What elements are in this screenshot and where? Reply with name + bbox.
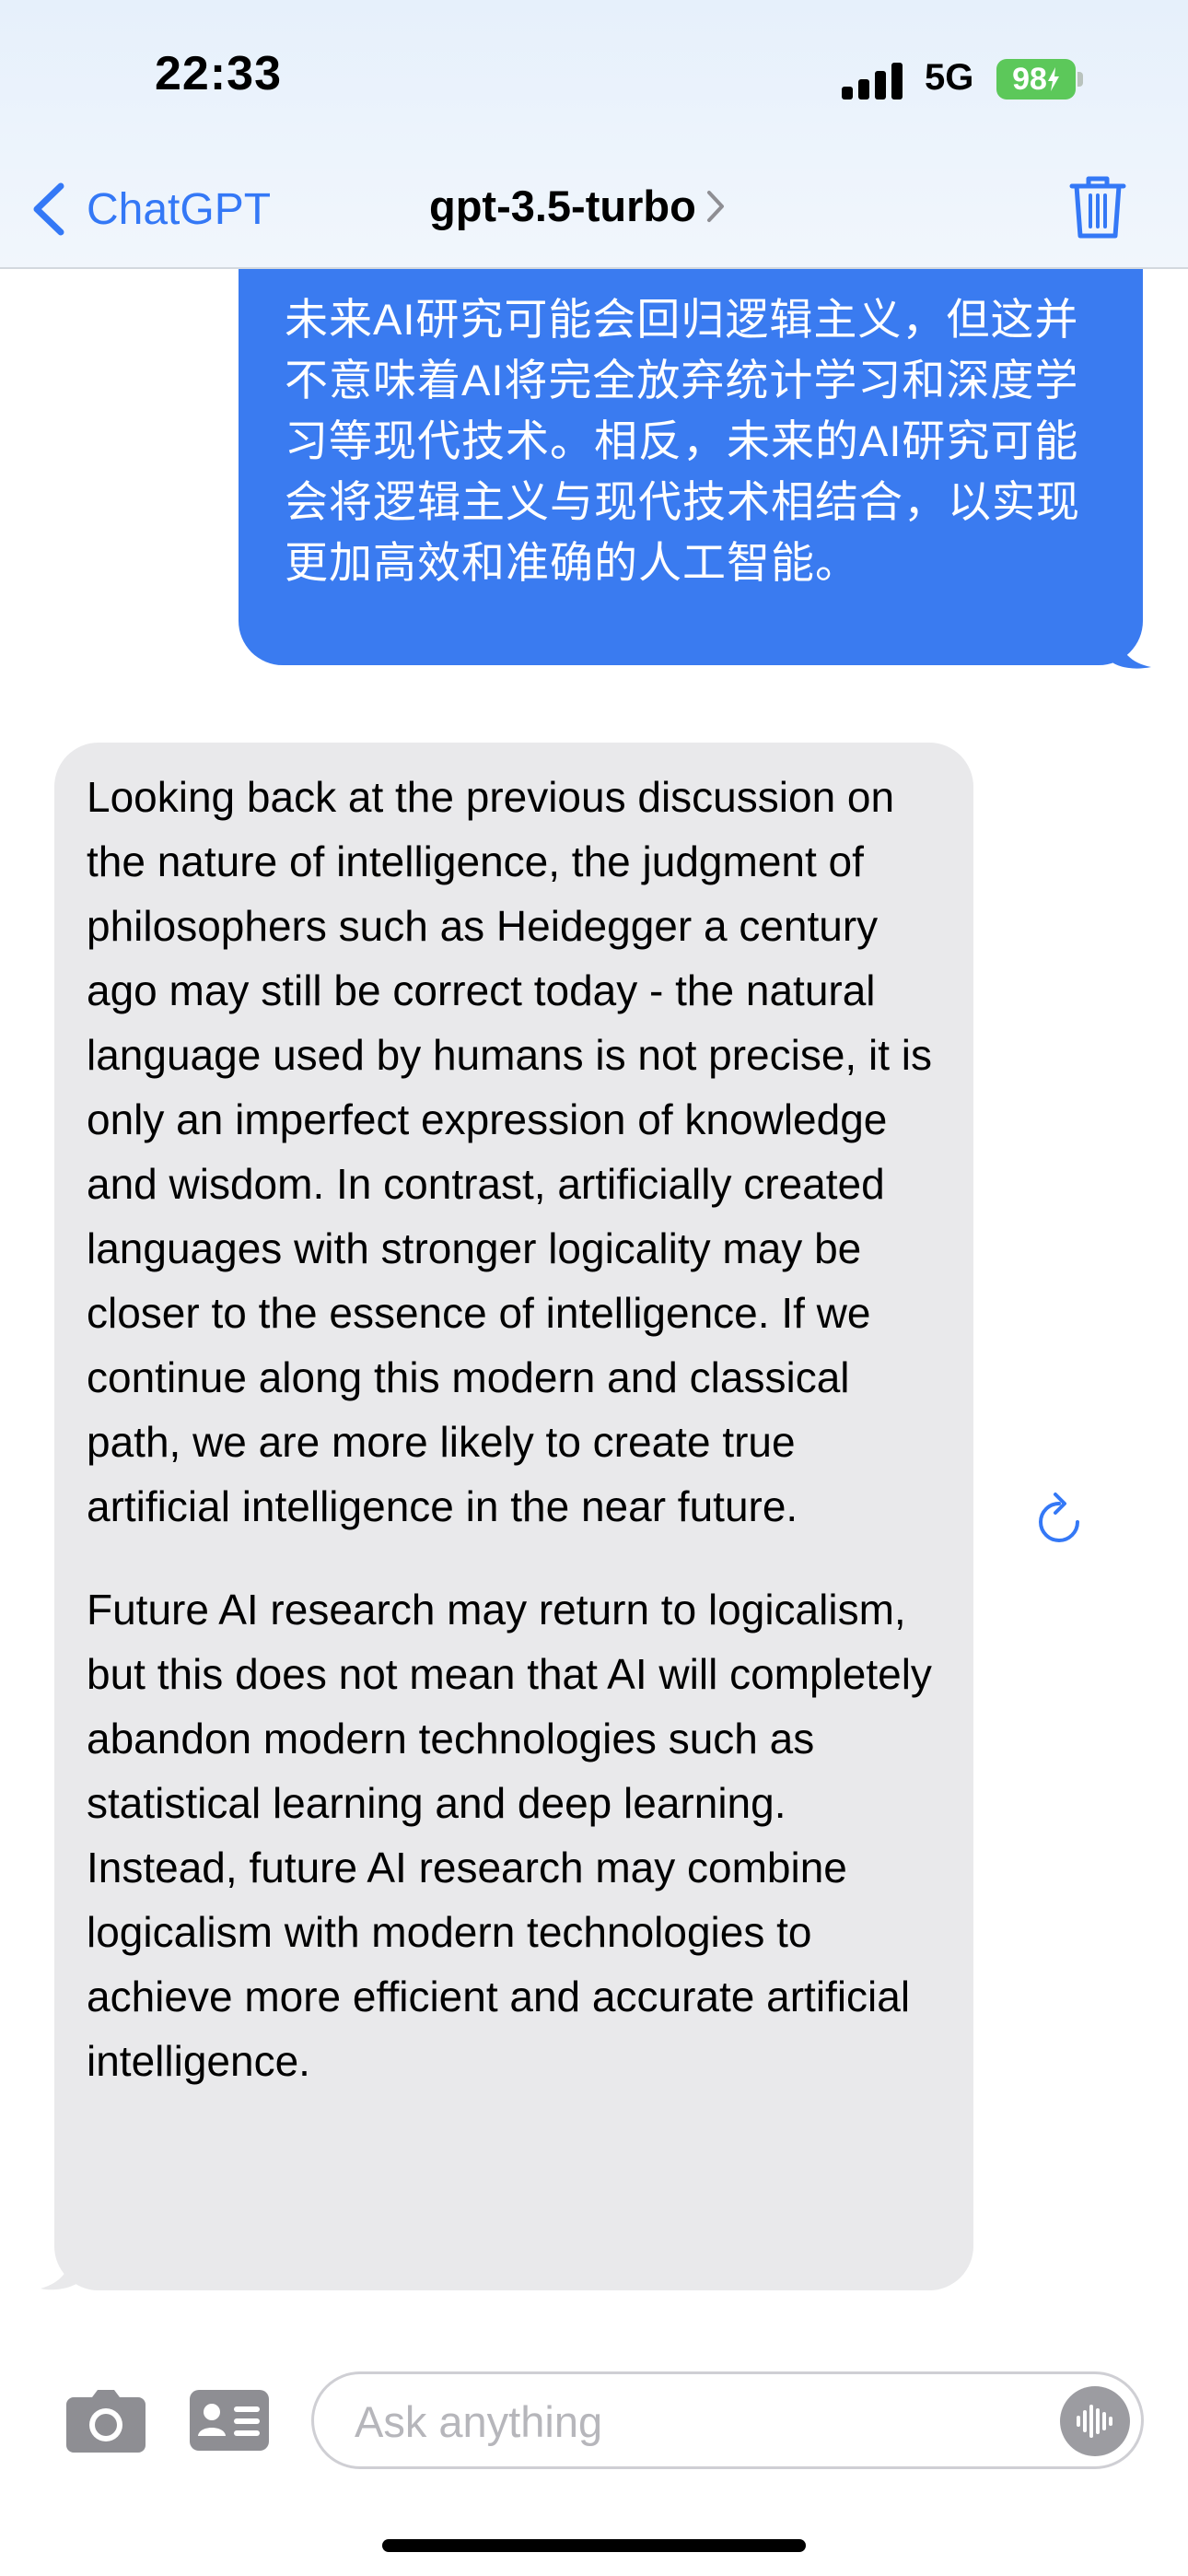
user-message-text: 未来AI研究可能会回归逻辑主义，但这并不意味着AI将完全放弃统计学习和深度学习等… — [285, 295, 1080, 587]
page-title: gpt-3.5-turbo — [429, 181, 696, 230]
camera-icon[interactable] — [66, 2388, 146, 2453]
back-button[interactable]: ChatGPT — [29, 177, 271, 241]
user-message-bubble: 未来AI研究可能会回归逻辑主义，但这并不意味着AI将完全放弃统计学习和深度学习等… — [239, 221, 1143, 665]
network-type: 5G — [925, 57, 974, 98]
assistant-paragraph: Looking back at the previous discussion … — [87, 773, 932, 1530]
top-bar: 22:33 5G 98 ChatGPT gpt-3.5-turbo — [0, 0, 1188, 269]
cellular-signal-icon — [842, 63, 904, 100]
status-time: 22:33 — [155, 47, 282, 100]
assistant-paragraph: Future AI research may return to logical… — [87, 1586, 932, 2085]
battery-icon: 98 — [996, 59, 1076, 100]
composer-field[interactable] — [311, 2371, 1144, 2469]
waveform-icon — [1077, 2405, 1112, 2438]
message-input[interactable] — [355, 2391, 1036, 2452]
trash-icon[interactable] — [1068, 173, 1127, 241]
battery-tip — [1077, 72, 1083, 87]
chevron-left-icon — [33, 182, 64, 236]
model-selector[interactable]: gpt-3.5-turbo — [429, 181, 726, 231]
refresh-icon[interactable] — [1031, 1491, 1087, 1550]
chat-screen: 未来AI研究可能会回归逻辑主义，但这并不意味着AI将完全放弃统计学习和深度学习等… — [0, 0, 1188, 2576]
assistant-bubble-tail — [41, 2254, 83, 2290]
home-indicator[interactable] — [382, 2539, 806, 2552]
contact-card-icon[interactable] — [190, 2390, 269, 2451]
voice-button[interactable] — [1060, 2386, 1130, 2456]
chevron-right-icon — [706, 190, 724, 222]
back-button-label: ChatGPT — [87, 184, 272, 234]
assistant-message-bubble: Looking back at the previous discussion … — [54, 743, 973, 2290]
charging-bolt-icon — [1047, 67, 1059, 91]
battery-level: 98 — [1012, 61, 1047, 97]
